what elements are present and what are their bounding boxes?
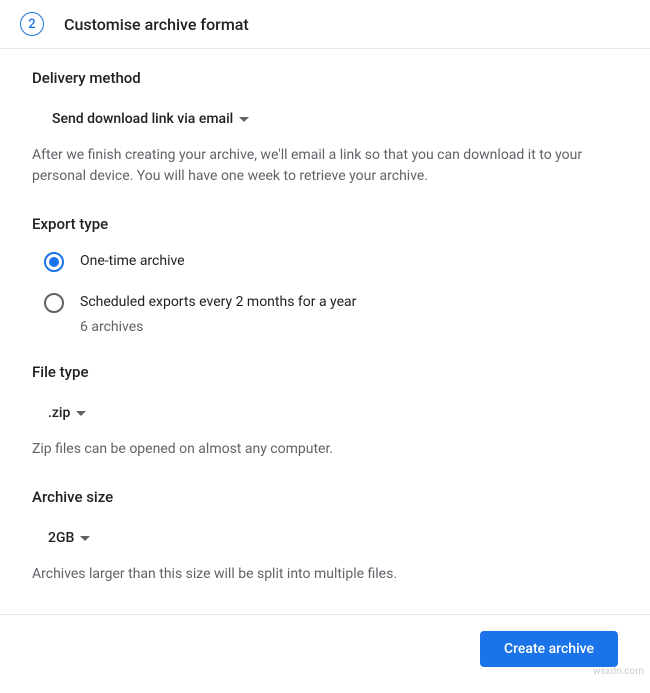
delivery-method-title: Delivery method [32, 69, 618, 87]
delivery-method-section: Delivery method Send download link via e… [32, 69, 618, 187]
delivery-method-selected: Send download link via email [52, 111, 233, 127]
step-header: 2 Customise archive format [0, 0, 650, 49]
radio-selected-icon [44, 252, 64, 272]
archive-size-section: Archive size 2GB Archives larger than th… [32, 488, 618, 585]
archive-size-dropdown[interactable]: 2GB [32, 524, 98, 552]
step-title: Customise archive format [64, 15, 249, 34]
content-area: Delivery method Send download link via e… [0, 49, 650, 693]
chevron-down-icon [80, 536, 90, 541]
create-archive-button[interactable]: Create archive [480, 631, 618, 667]
export-type-scheduled-label: Scheduled exports every 2 months for a y… [80, 292, 356, 313]
file-type-dropdown[interactable]: .zip [32, 399, 94, 427]
footer-bar: Create archive [0, 614, 650, 683]
delivery-method-description: After we finish creating your archive, w… [32, 145, 618, 187]
export-type-title: Export type [32, 215, 618, 233]
step-number-badge: 2 [20, 12, 44, 36]
export-type-radio-group: One-time archive Scheduled exports every… [32, 251, 618, 335]
chevron-down-icon [239, 117, 249, 122]
export-type-scheduled-option[interactable]: Scheduled exports every 2 months for a y… [44, 292, 618, 335]
export-type-section: Export type One-time archive Scheduled e… [32, 215, 618, 335]
chevron-down-icon [76, 411, 86, 416]
file-type-selected: .zip [48, 405, 70, 421]
export-type-one-time-option[interactable]: One-time archive [44, 251, 618, 272]
delivery-method-dropdown[interactable]: Send download link via email [36, 105, 257, 133]
export-type-scheduled-sublabel: 6 archives [80, 319, 356, 335]
file-type-title: File type [32, 363, 618, 381]
file-type-section: File type .zip Zip files can be opened o… [32, 363, 618, 460]
archive-size-description: Archives larger than this size will be s… [32, 564, 618, 585]
file-type-description: Zip files can be opened on almost any co… [32, 439, 618, 460]
export-type-one-time-label: One-time archive [80, 251, 185, 272]
archive-size-selected: 2GB [48, 530, 74, 546]
archive-size-title: Archive size [32, 488, 618, 506]
radio-unselected-icon [44, 293, 64, 313]
watermark-text: wsxdn.com [593, 666, 644, 677]
